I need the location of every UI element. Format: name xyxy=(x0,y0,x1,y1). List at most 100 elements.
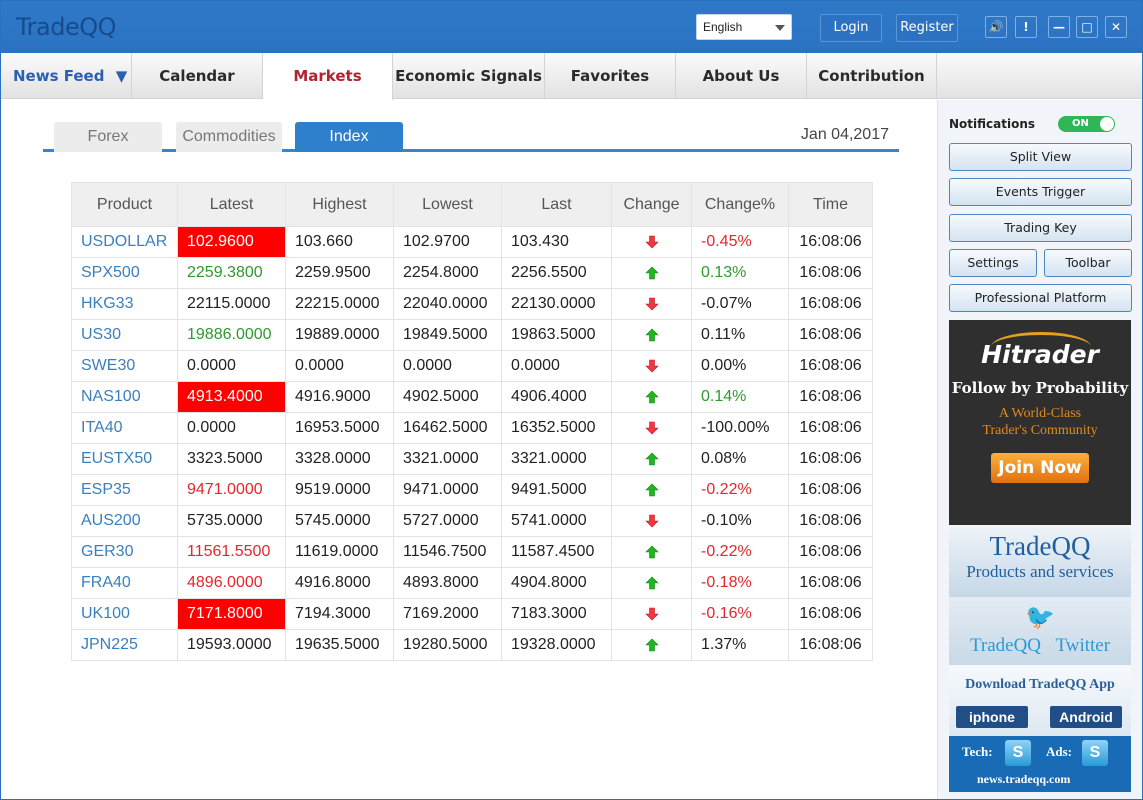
table-row[interactable]: GER30 11561.5500 11619.0000 11546.7500 11587… xyxy=(71,536,873,568)
events-trigger-button[interactable]: Events Trigger xyxy=(949,178,1132,206)
arrow-down-icon xyxy=(644,235,659,249)
table-row[interactable]: EUSTX50 3323.5000 3328.0000 3321.0000 3321.0… xyxy=(71,443,873,475)
tab-forex[interactable]: Forex xyxy=(54,122,162,152)
last-value: 11587.4500 xyxy=(501,536,612,568)
change-cell xyxy=(611,226,692,258)
minimize-icon[interactable]: — xyxy=(1048,16,1070,38)
last-value: 22130.0000 xyxy=(501,288,612,320)
highest-value: 4916.8000 xyxy=(285,567,394,599)
table-row[interactable]: HKG33 22115.0000 22215.0000 22040.0000 22130… xyxy=(71,288,873,320)
table-row[interactable]: JPN225 19593.0000 19635.5000 19280.5000 1932… xyxy=(71,629,873,661)
change-cell xyxy=(611,288,692,320)
time-value: 16:08:06 xyxy=(788,567,873,599)
product-link[interactable]: EUSTX50 xyxy=(71,443,178,475)
notifications-toggle[interactable]: ON xyxy=(1058,116,1115,132)
time-value: 16:08:06 xyxy=(788,288,873,320)
lowest-value: 11546.7500 xyxy=(393,536,502,568)
maximize-icon[interactable]: □ xyxy=(1076,16,1098,38)
table-row[interactable]: USDOLLAR 102.9600 103.660 102.9700 103.430 -0… xyxy=(71,226,873,258)
skype-ads-icon[interactable]: S xyxy=(1082,740,1108,766)
trading-key-button[interactable]: Trading Key xyxy=(949,214,1132,242)
join-now-button[interactable]: Join Now xyxy=(991,453,1089,483)
login-button[interactable]: Login xyxy=(820,14,882,42)
nav-contribution[interactable]: Contribution xyxy=(807,53,937,99)
product-link[interactable]: SWE30 xyxy=(71,350,178,382)
highest-value: 19635.5000 xyxy=(285,629,394,661)
table-row[interactable]: NAS100 4913.4000 4916.9000 4902.5000 4906.40… xyxy=(71,381,873,413)
nav-about-us[interactable]: About Us xyxy=(676,53,807,99)
table-row[interactable]: UK100 7171.8000 7194.3000 7169.2000 7183.300… xyxy=(71,598,873,630)
nav-markets[interactable]: Markets xyxy=(263,53,393,100)
products-ad-title: TradeQQ xyxy=(989,531,1091,561)
latest-value: 102.9600 xyxy=(177,226,286,258)
last-value: 4904.8000 xyxy=(501,567,612,599)
lowest-value: 5727.0000 xyxy=(393,505,502,537)
professional-platform-button[interactable]: Professional Platform xyxy=(949,284,1132,312)
twitter-ad[interactable]: 🐦 TradeQQ Twitter xyxy=(949,597,1131,665)
time-value: 16:08:06 xyxy=(788,350,873,382)
app-download-title: Download TradeQQ App xyxy=(965,677,1115,692)
latest-value: 4913.4000 xyxy=(177,381,286,413)
table-row[interactable]: ITA40 0.0000 16953.5000 16462.5000 16352.500… xyxy=(71,412,873,444)
highest-value: 16953.5000 xyxy=(285,412,394,444)
latest-value: 3323.5000 xyxy=(177,443,286,475)
arrow-down-icon xyxy=(644,607,659,621)
product-link[interactable]: SPX500 xyxy=(71,257,178,289)
time-value: 16:08:06 xyxy=(788,257,873,289)
last-value: 0.0000 xyxy=(501,350,612,382)
table-row[interactable]: FRA40 4896.0000 4916.8000 4893.8000 4904.800… xyxy=(71,567,873,599)
product-link[interactable]: NAS100 xyxy=(71,381,178,413)
highest-value: 19889.0000 xyxy=(285,319,394,351)
product-link[interactable]: ESP35 xyxy=(71,474,178,506)
highest-value: 4916.9000 xyxy=(285,381,394,413)
table-row[interactable]: AUS200 5735.0000 5745.0000 5727.0000 5741.00… xyxy=(71,505,873,537)
product-link[interactable]: USDOLLAR xyxy=(71,226,178,258)
time-value: 16:08:06 xyxy=(788,505,873,537)
language-select[interactable]: English xyxy=(696,14,792,40)
highest-value: 11619.0000 xyxy=(285,536,394,568)
table-row[interactable]: US30 19886.0000 19889.0000 19849.5000 19863.… xyxy=(71,319,873,351)
hitrader-ad[interactable]: Hitrader Follow by Probability A World-C… xyxy=(949,320,1131,525)
change-cell xyxy=(611,350,692,382)
table-row[interactable]: SWE30 0.0000 0.0000 0.0000 0.0000 0.00% 16:08:… xyxy=(71,350,873,382)
change-pct-value: 0.13% xyxy=(691,257,789,289)
settings-button[interactable]: Settings xyxy=(949,249,1037,277)
product-link[interactable]: ITA40 xyxy=(71,412,178,444)
last-value: 2256.5500 xyxy=(501,257,612,289)
iphone-download-button[interactable]: iphone xyxy=(956,706,1028,728)
col-time: Time xyxy=(788,182,873,227)
tab-commodities[interactable]: Commodities xyxy=(176,122,282,152)
product-link[interactable]: AUS200 xyxy=(71,505,178,537)
col-last: Last xyxy=(501,182,612,227)
products-ad[interactable]: TradeQQ Products and services xyxy=(949,527,1131,597)
product-link[interactable]: UK100 xyxy=(71,598,178,630)
nav-favorites[interactable]: Favorites xyxy=(545,53,676,99)
last-value: 5741.0000 xyxy=(501,505,612,537)
product-link[interactable]: HKG33 xyxy=(71,288,178,320)
android-download-button[interactable]: Android xyxy=(1050,706,1122,728)
toolbar-button[interactable]: Toolbar xyxy=(1044,249,1132,277)
product-link[interactable]: US30 xyxy=(71,319,178,351)
latest-value: 0.0000 xyxy=(177,350,286,382)
close-icon[interactable]: ✕ xyxy=(1105,16,1127,38)
product-link[interactable]: FRA40 xyxy=(71,567,178,599)
lowest-value: 19280.5000 xyxy=(393,629,502,661)
col-change-pct: Change% xyxy=(691,182,789,227)
product-link[interactable]: GER30 xyxy=(71,536,178,568)
skype-tech-icon[interactable]: S xyxy=(1005,740,1031,766)
product-link[interactable]: JPN225 xyxy=(71,629,178,661)
alert-icon[interactable]: ! xyxy=(1015,16,1037,38)
tab-index[interactable]: Index xyxy=(295,122,403,152)
sound-icon[interactable]: 🔊 xyxy=(985,16,1007,38)
nav-calendar[interactable]: Calendar xyxy=(132,53,263,99)
table-row[interactable]: ESP35 9471.0000 9519.0000 9471.0000 9491.500… xyxy=(71,474,873,506)
register-button[interactable]: Register xyxy=(896,14,958,42)
nav-news-feed[interactable]: News Feed ▼ xyxy=(1,53,132,99)
table-row[interactable]: SPX500 2259.3800 2259.9500 2254.8000 2256.55… xyxy=(71,257,873,289)
last-value: 103.430 xyxy=(501,226,612,258)
change-pct-value: -0.18% xyxy=(691,567,789,599)
split-view-button[interactable]: Split View xyxy=(949,143,1132,171)
nav-economic-signals[interactable]: Economic Signals xyxy=(393,53,545,99)
last-value: 3321.0000 xyxy=(501,443,612,475)
news-url[interactable]: news.tradeqq.com xyxy=(977,772,1070,787)
